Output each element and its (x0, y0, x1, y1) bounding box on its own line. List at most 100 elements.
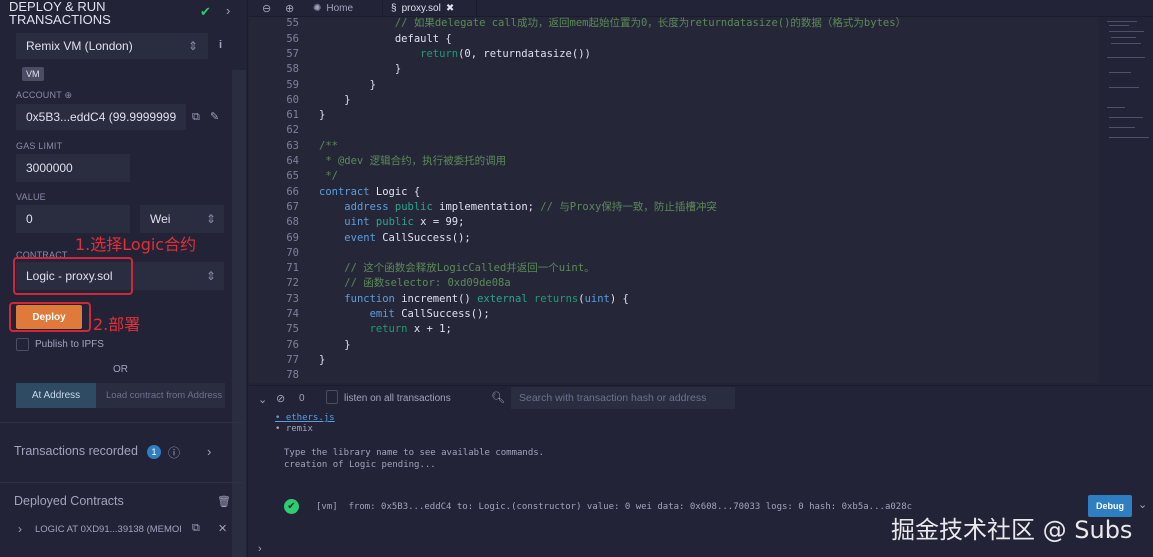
library-link-ethers[interactable]: • ethers.js (275, 413, 335, 423)
gas-limit-input[interactable]: 3000000 (16, 154, 130, 182)
select-arrows-icon: ⇕ (205, 269, 216, 283)
search-icon: 🔍︎ (491, 392, 505, 404)
terminal-line: Type the library name to see available c… (284, 448, 545, 458)
unit-value: Wei (150, 212, 171, 226)
terminal-line: creation of Logic pending... (284, 460, 436, 470)
close-icon[interactable]: ✕ (218, 522, 227, 535)
gas-label: GAS LIMIT (16, 141, 63, 151)
deployed-contract-item[interactable]: LOGIC AT 0XD91...39138 (MEMORY) (35, 524, 181, 535)
minimap[interactable] (1101, 17, 1153, 385)
chevron-right-icon[interactable]: › (207, 444, 211, 459)
terminal: ⌄ ⊘ 0 listen on all transactions 🔍︎ Sear… (249, 385, 1153, 557)
library-remix[interactable]: • remix (275, 424, 313, 434)
zoom-in-icon[interactable]: ⊕ (285, 2, 294, 15)
code-line: default { (319, 32, 452, 47)
code-line: emit CallSuccess(); (319, 307, 490, 322)
code-token: external (477, 292, 528, 305)
line-number: 65 (286, 170, 299, 183)
close-icon[interactable]: ✖ (446, 3, 454, 14)
edit-icon[interactable]: ✎ (210, 110, 219, 123)
code-token: event (344, 231, 376, 244)
environment-select[interactable]: Remix VM (London) ⇕ (16, 33, 208, 59)
value-input[interactable]: 0 (16, 205, 130, 233)
code-editor: 54 }55 // 如果delegate call成功，返回mem起始位置为0，… (249, 0, 1153, 385)
code-token: uint (584, 292, 610, 305)
tab-home[interactable]: ✺ Home (313, 0, 383, 17)
code-token: // 函数selector: 0xd09de08a (319, 277, 511, 290)
code-token: } (319, 109, 326, 122)
collapse-icon[interactable]: ⌄ (258, 393, 267, 406)
code-line: return x + 1; (319, 322, 452, 337)
line-number: 63 (286, 139, 299, 152)
code-line: } (319, 353, 325, 368)
account-select[interactable]: 0x5B3...eddC4 (99.9999999 (16, 104, 186, 130)
tab-proxy-sol[interactable]: § proxy.sol ✖ (382, 0, 477, 17)
deploy-panel: DEPLOY & RUN TRANSACTIONS ✔ › Remix VM (… (0, 0, 248, 557)
line-number: 73 (286, 292, 299, 305)
terminal-search-input[interactable]: Search with transaction hash or address (511, 387, 735, 409)
code-area[interactable]: 54 }55 // 如果delegate call成功，返回mem起始位置为0，… (249, 9, 1099, 383)
code-line: address public implementation; // 与Proxy… (319, 200, 717, 215)
publish-checkbox[interactable] (16, 338, 29, 351)
at-address-button[interactable]: At Address (16, 383, 96, 408)
divider (0, 422, 243, 423)
code-line: } (319, 62, 401, 77)
code-token: x = 99; (413, 216, 465, 229)
trash-icon[interactable]: 🗑 (217, 495, 231, 508)
unit-select[interactable]: Wei ⇕ (140, 205, 224, 233)
line-number: 67 (286, 200, 299, 213)
line-number: 70 (286, 246, 299, 259)
account-value: 0x5B3...eddC4 (99.9999999 (26, 110, 176, 124)
code-line: * @dev 逻辑合约，执行被委托的调用 (319, 154, 506, 169)
info-icon[interactable]: i (219, 39, 222, 51)
line-number: 64 (286, 155, 299, 167)
code-line: uint public x = 99; (319, 215, 464, 230)
code-token: } (319, 93, 351, 106)
line-number: 75 (286, 323, 299, 336)
watermark: 掘金技术社区 @ Subs (891, 516, 1133, 544)
line-number: 59 (286, 78, 299, 91)
scrollbar[interactable] (232, 70, 246, 557)
chevron-right-icon[interactable]: › (18, 522, 22, 536)
listen-checkbox[interactable] (326, 390, 338, 404)
remix-logo-icon: ✺ (313, 3, 322, 14)
pending-count: 0 (299, 393, 305, 404)
highlight-box (13, 257, 133, 295)
clear-icon[interactable]: ⊘ (276, 392, 285, 405)
code-token: address (344, 200, 389, 213)
load-address-input[interactable]: Load contract from Address (96, 383, 225, 408)
code-token: contract (319, 185, 370, 198)
prompt-icon[interactable]: › (258, 543, 262, 555)
editor-tabs: ⊖ ⊕ ✺ Home § proxy.sol ✖ (249, 0, 1153, 17)
check-icon: ✔ (200, 4, 211, 19)
copy-icon[interactable]: ⧉ (192, 522, 200, 535)
publish-label: Publish to IPFS (35, 339, 104, 350)
annotation-step1: 1.选择Logic合约 (75, 235, 197, 254)
solidity-icon: § (391, 3, 397, 14)
chevron-down-icon[interactable]: ⌄ (1138, 498, 1147, 511)
account-label-text: ACCOUNT (16, 90, 62, 100)
success-icon: ✔ (284, 499, 299, 514)
line-number: 76 (286, 338, 299, 351)
zoom-out-icon[interactable]: ⊖ (262, 2, 271, 15)
tab-label: Home (326, 3, 354, 14)
code-token: x + 1; (407, 323, 452, 336)
line-number: 62 (286, 124, 299, 137)
minimap-preview (1107, 21, 1149, 138)
code-token: returns (533, 292, 579, 305)
line-number: 71 (286, 262, 299, 275)
transaction-log[interactable]: [vm] from: 0x5B3...eddC4 to: Logic.(cons… (316, 502, 912, 512)
line-number: 78 (286, 369, 299, 382)
info-circle-icon[interactable]: ⓘ (168, 444, 180, 461)
plus-icon[interactable]: ⊕ (64, 90, 72, 100)
code-token: // 与Proxy保持一致，防止插槽冲突 (540, 200, 717, 213)
line-number: 61 (286, 109, 299, 122)
code-line: } (319, 108, 325, 123)
chevron-right-icon[interactable]: › (226, 3, 230, 18)
copy-icon[interactable]: ⧉ (192, 111, 200, 124)
divider (0, 482, 243, 483)
listen-label: listen on all transactions (344, 393, 451, 404)
